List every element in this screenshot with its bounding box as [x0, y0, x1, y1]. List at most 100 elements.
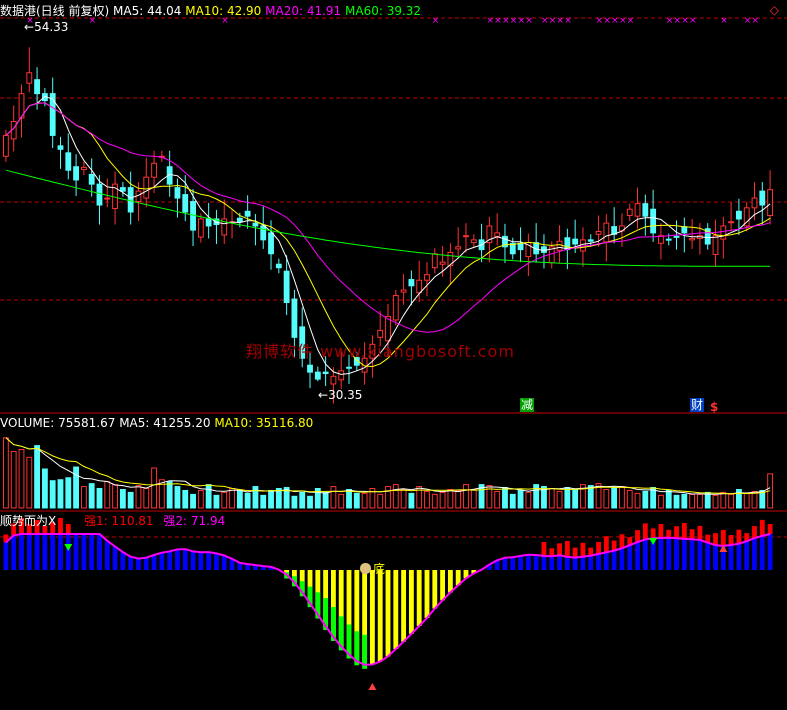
volume-bar — [152, 468, 157, 508]
indicator-blue-bar — [588, 556, 593, 570]
volume-bar — [237, 490, 242, 508]
candle-body — [721, 226, 726, 239]
volume-bar — [744, 493, 749, 508]
ma10-label: MA10: 42.90 — [185, 4, 261, 18]
indicator-blue-bar — [152, 555, 157, 570]
indicator-blue-bar — [66, 534, 71, 570]
x-signal-marker: × — [611, 16, 619, 26]
candle-body — [456, 247, 461, 249]
volume-bar — [503, 488, 508, 508]
volume-bar — [362, 493, 367, 508]
indicator-blue-bar — [596, 554, 601, 570]
candle-body — [635, 204, 640, 217]
x-signal-marker: × — [486, 16, 494, 26]
x-signal-marker: × — [603, 16, 611, 26]
indicator-blue-bar — [768, 534, 773, 570]
watermark: 翔博软件 www.xiangbosoft.com — [246, 342, 515, 362]
x-signal-marker: × — [752, 16, 760, 26]
candle-body — [74, 167, 79, 180]
candle-body — [261, 226, 266, 240]
candle-body — [66, 153, 71, 170]
indicator-red-bar — [565, 541, 570, 557]
candle-body — [518, 243, 523, 249]
indicator-blue-bar — [113, 546, 118, 570]
indicator-blue-bar — [3, 543, 8, 571]
indicator-blue-bar — [752, 538, 757, 570]
candle-body — [175, 188, 180, 198]
indicator-red-bar — [682, 523, 687, 539]
candle-body — [401, 290, 406, 292]
volume-bar — [752, 491, 757, 508]
volume-bar — [300, 492, 305, 508]
indicator-blue-bar — [89, 534, 94, 570]
indicator-red-bar — [666, 530, 671, 538]
candle-body — [331, 376, 336, 384]
indicator-blue-bar — [549, 556, 554, 570]
volume-ma5-line — [6, 438, 770, 494]
candle-body — [58, 146, 63, 149]
candle-body — [627, 209, 632, 215]
candle-body — [417, 280, 422, 293]
indicator-red-bar — [674, 526, 679, 538]
indicator-blue-bar — [713, 545, 718, 570]
indicator-blue-bar — [11, 535, 16, 570]
indicator-blue-bar — [183, 549, 188, 570]
bottom-signal-label: 底 — [373, 562, 385, 576]
volume-bar — [35, 446, 40, 508]
candle-body — [198, 219, 203, 237]
volume-bar — [175, 487, 180, 508]
volume-bar — [308, 496, 313, 508]
bag-icon — [360, 563, 371, 574]
reduce-signal-badge[interactable]: 减 — [520, 398, 534, 412]
stock-title: 数据港(日线 前复权) — [0, 4, 109, 18]
volume-bar — [120, 489, 125, 508]
indicator-blue-bar — [666, 538, 671, 570]
indicator-blue-bar — [760, 536, 765, 570]
candle-body — [3, 135, 8, 156]
indicator-red-bar — [635, 530, 640, 542]
x-signal-marker: × — [681, 16, 689, 26]
candle-body — [152, 163, 157, 177]
indicator-blue-bar — [534, 555, 539, 570]
finance-signal-badge[interactable]: 财 — [690, 398, 704, 412]
indicator-blue-bar — [42, 534, 47, 570]
candle-body — [35, 80, 40, 94]
indicator-blue-bar — [105, 541, 110, 570]
x-signal-marker: × — [674, 16, 682, 26]
indicator-red-bar — [651, 528, 656, 538]
volume-bar — [705, 492, 710, 508]
candle-body — [432, 254, 437, 268]
volume-bar — [191, 494, 196, 508]
x-signal-marker: × — [627, 16, 635, 26]
volume-bar — [627, 490, 632, 508]
candle-body — [573, 239, 578, 244]
arrow-down-icon — [649, 538, 657, 545]
chart-stage[interactable]: ×××××××××××××××××××××××××× 数据港(日线 前复权) M… — [0, 0, 787, 706]
ma20-label: MA20: 41.91 — [265, 4, 341, 18]
volume-legend: VOLUME: 75581.67 MA5: 41255.20 MA10: 351… — [0, 416, 313, 430]
candle-body — [276, 264, 281, 267]
candle-body — [347, 367, 352, 368]
indicator-yellow-bar — [448, 570, 453, 592]
volume-bar — [432, 494, 437, 508]
candle-body — [729, 222, 734, 223]
indicator-blue-bar — [635, 542, 640, 570]
dollar-signal-badge[interactable]: $ — [710, 400, 718, 414]
candle-body — [495, 233, 500, 236]
ma60-label: MA60: 39.32 — [345, 4, 421, 18]
candle-body — [378, 330, 383, 337]
volume-bar — [526, 492, 531, 508]
indicator-red-bar — [643, 523, 648, 539]
indicator-blue-bar — [612, 551, 617, 570]
indicator-red-bar — [768, 524, 773, 534]
volume-bar — [573, 489, 578, 508]
x-signal-marker: × — [564, 16, 572, 26]
indicator-blue-bar — [159, 553, 164, 570]
x-signal-marker: × — [666, 16, 674, 26]
expand-diamond-icon[interactable]: ◇ — [770, 3, 779, 17]
volume-bar — [81, 487, 86, 508]
indicator-red-bar — [713, 533, 718, 545]
x-signal-marker: × — [689, 16, 697, 26]
indicator-red-bar — [698, 526, 703, 540]
volume-bar — [214, 495, 219, 508]
